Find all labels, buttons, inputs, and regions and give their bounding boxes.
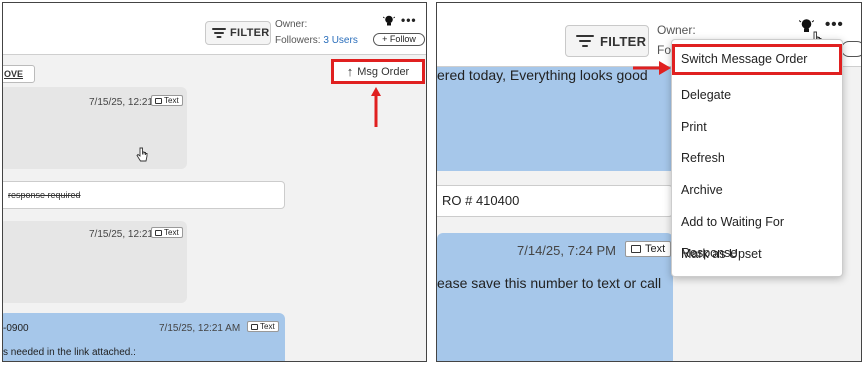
arrow-up-icon: ↑: [346, 64, 354, 79]
filter-icon: [212, 28, 226, 38]
red-annotation-arrow-up: [371, 87, 381, 127]
record-header: FILTER Owner: Followers: 3 Users ••• + F…: [3, 3, 426, 55]
followers-info: Followers: 3 Users: [275, 35, 358, 46]
filter-button[interactable]: FILTER: [205, 21, 271, 45]
menu-item-add-to-waiting[interactable]: Add to Waiting For Response: [672, 207, 842, 260]
more-options-menu: Switch Message Order Delegate Print Refr…: [671, 39, 843, 277]
menu-item-delegate[interactable]: Delegate: [672, 80, 842, 111]
followers-label: Followers:: [275, 35, 321, 46]
menu-item-refresh[interactable]: Refresh: [672, 143, 842, 174]
message-timestamp: 7/15/25, 12:21 AM: [159, 323, 241, 334]
message-body: ered today, Everything looks good: [437, 67, 648, 83]
filter-button[interactable]: FILTER: [565, 25, 649, 57]
follow-button[interactable]: + Follow: [373, 33, 425, 46]
msg-order-label: Msg Order: [357, 65, 410, 78]
left-screenshot-panel: FILTER Owner: Followers: 3 Users ••• + F…: [2, 2, 427, 362]
chat-icon: [155, 229, 162, 236]
text-tag-label: Text: [645, 243, 666, 255]
menu-item-switch-message-order[interactable]: Switch Message Order: [672, 44, 842, 75]
chat-icon: [251, 323, 258, 330]
menu-item-archive[interactable]: Archive: [672, 175, 842, 206]
text-tag-label: Text: [164, 96, 179, 105]
owner-label: Owner:: [657, 23, 696, 37]
text-channel-tag: Text: [151, 95, 183, 106]
text-channel-tag: Text: [151, 227, 183, 238]
move-button[interactable]: OVE: [3, 65, 35, 83]
red-annotation-arrow-right: [633, 61, 671, 75]
lightbulb-icon[interactable]: [383, 15, 395, 27]
message-bubble: 7/15/25, 12:21 AM Text: [3, 87, 187, 169]
menu-item-mark-as-upset[interactable]: Mark as Upset: [672, 239, 842, 270]
more-options-icon[interactable]: •••: [825, 16, 844, 33]
message-body: s needed in the link attached.:: [3, 347, 136, 358]
followers-label: Fo: [657, 43, 672, 57]
message-body: ease save this number to text or call: [437, 275, 662, 291]
chat-icon: [631, 245, 641, 253]
hand-cursor-icon: [136, 147, 148, 162]
menu-item-print[interactable]: Print: [672, 112, 842, 143]
text-tag-label: Text: [260, 322, 275, 331]
ro-number-card: RO # 410400: [437, 185, 673, 217]
text-tag-label: Text: [164, 228, 179, 237]
note-card: response required: [3, 181, 285, 209]
message-timestamp: 7/14/25, 7:24 PM: [517, 243, 617, 258]
filter-icon: [576, 34, 594, 48]
text-channel-tag: Text: [625, 241, 672, 257]
chat-icon: [155, 97, 162, 104]
more-options-icon[interactable]: •••: [401, 13, 417, 27]
right-screenshot-panel: ered today, Everything looks good RO # 4…: [436, 2, 862, 362]
filter-label: FILTER: [230, 27, 270, 39]
message-bubble: 7/15/25, 12:21 AM Text: [3, 221, 187, 303]
filter-label: FILTER: [600, 33, 647, 49]
message-prefix: -0900: [3, 323, 29, 334]
follow-button[interactable]: [841, 41, 861, 57]
message-bubble: -0900 7/15/25, 12:21 AM Text s needed in…: [3, 313, 285, 361]
followers-link[interactable]: 3 Users: [323, 35, 357, 46]
msg-order-button[interactable]: ↑ Msg Order: [331, 59, 425, 84]
text-channel-tag: Text: [247, 321, 279, 332]
owner-label: Owner:: [275, 19, 308, 30]
